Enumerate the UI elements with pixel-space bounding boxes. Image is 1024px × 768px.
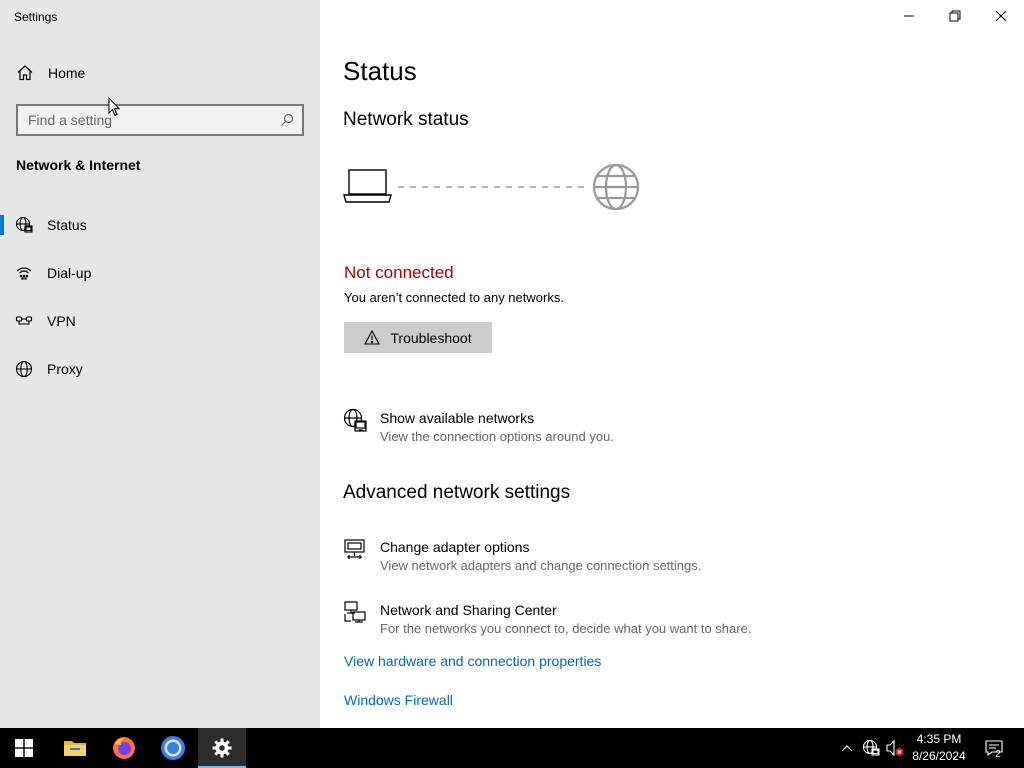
network-globe-icon — [343, 408, 367, 432]
show-hidden-icons-button[interactable] — [838, 728, 856, 768]
chevron-up-icon — [841, 745, 853, 752]
clock-date: 8/26/2024 — [912, 749, 966, 763]
hardware-properties-link[interactable]: View hardware and connection properties — [344, 653, 601, 669]
sharing-center-icon — [343, 600, 367, 624]
sidebar-item-label: Status — [47, 217, 87, 233]
page-title: Status — [343, 56, 417, 86]
internet-globe-icon — [592, 163, 640, 211]
laptop-icon — [343, 169, 392, 203]
windows-firewall-link[interactable]: Windows Firewall — [344, 692, 453, 708]
connection-status: Not connected — [344, 263, 454, 282]
search-input[interactable] — [18, 106, 272, 134]
home-label: Home — [48, 65, 86, 81]
settings-icon — [212, 738, 232, 758]
show-networks-title: Show available networks — [380, 410, 535, 426]
globe-icon — [15, 360, 33, 378]
chrome-button[interactable] — [149, 728, 197, 768]
firefox-icon — [113, 737, 135, 759]
restore-button[interactable] — [932, 0, 978, 32]
minimize-button[interactable] — [886, 0, 932, 32]
file-explorer-icon — [64, 741, 86, 756]
sidebar-item-label: VPN — [47, 313, 76, 329]
network-tray-button[interactable] — [860, 728, 882, 768]
volume-muted-icon — [886, 739, 904, 757]
sidebar-item-dialup[interactable]: Dial-up — [0, 253, 320, 293]
troubleshoot-label: Troubleshoot — [390, 329, 472, 346]
sidebar-item-label: Dial-up — [47, 265, 92, 281]
network-status-heading: Network status — [343, 109, 469, 130]
show-available-networks[interactable]: Show available networks View the connect… — [343, 408, 943, 446]
taskbar: 4:35 PM 8/26/2024 — [0, 728, 1024, 768]
show-networks-subtitle: View the connection options around you. — [380, 429, 614, 444]
change-adapter-options[interactable]: Change adapter options View network adap… — [343, 538, 943, 575]
adapter-options-title: Change adapter options — [380, 539, 530, 555]
search-box[interactable] — [16, 104, 304, 136]
firefox-button[interactable] — [100, 728, 148, 768]
sidebar-item-proxy[interactable]: Proxy — [0, 349, 320, 389]
home-nav-item[interactable]: Home — [16, 62, 85, 84]
start-button[interactable] — [0, 728, 48, 768]
app-title: Settings — [14, 10, 58, 24]
restore-icon — [949, 10, 961, 22]
section-title: Network & Internet — [16, 157, 141, 173]
troubleshoot-button[interactable]: Troubleshoot — [344, 322, 492, 353]
advanced-settings-heading: Advanced network settings — [343, 482, 571, 503]
close-icon — [995, 10, 1007, 22]
clock-time: 4:35 PM — [916, 732, 962, 746]
home-icon — [16, 64, 34, 82]
vpn-icon — [15, 312, 33, 330]
sharing-center-title: Network and Sharing Center — [380, 602, 557, 618]
file-explorer-button[interactable] — [51, 728, 99, 768]
volume-tray-button[interactable] — [884, 728, 906, 768]
warning-icon — [364, 329, 382, 347]
network-diagram — [343, 160, 643, 216]
minimize-icon — [904, 15, 914, 17]
main-content: Status Network status Not connected You … — [320, 0, 1024, 728]
notification-count-badge: 2 — [995, 749, 1001, 760]
dialup-icon — [15, 264, 33, 282]
search-icon[interactable] — [272, 113, 302, 127]
adapter-options-subtitle: View network adapters and change connect… — [380, 558, 702, 573]
sharing-center-subtitle: For the networks you connect to, decide … — [380, 621, 752, 636]
connection-detail: You aren’t connected to any networks. — [344, 290, 564, 305]
adapter-icon — [343, 537, 367, 561]
chrome-icon — [161, 736, 185, 760]
start-icon — [15, 739, 33, 757]
sidebar-item-vpn[interactable]: VPN — [0, 301, 320, 341]
status-globe-icon — [15, 216, 33, 234]
sidebar-item-label: Proxy — [47, 361, 83, 377]
mouse-cursor-icon — [108, 96, 121, 122]
network-globe-tray-icon — [862, 739, 880, 756]
sidebar-item-status[interactable]: Status — [0, 205, 320, 245]
close-button[interactable] — [978, 0, 1024, 32]
sidebar: Settings Home Network & Internet Status — [0, 0, 320, 728]
settings-button[interactable] — [198, 728, 246, 768]
network-sharing-center[interactable]: Network and Sharing Center For the netwo… — [343, 601, 943, 638]
taskbar-clock[interactable]: 4:35 PM 8/26/2024 — [905, 731, 973, 765]
